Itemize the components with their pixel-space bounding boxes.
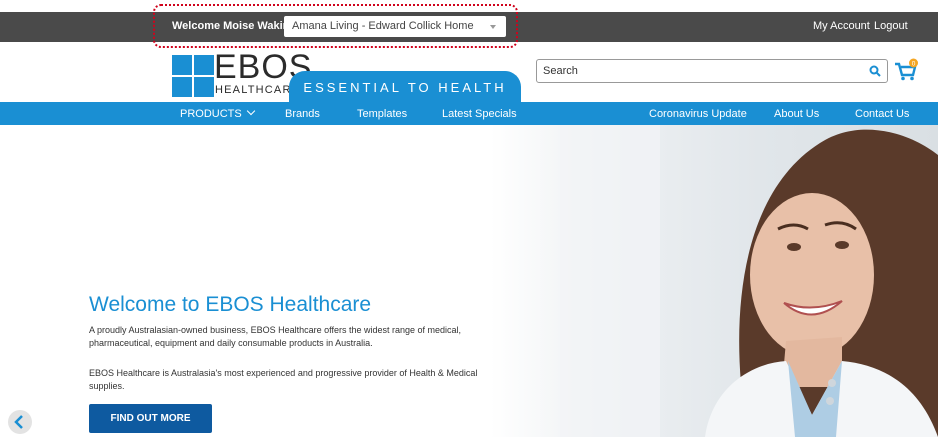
main-nav: PRODUCTS Brands Templates Latest Special… [0,102,938,125]
my-account-link[interactable]: My Account [813,20,870,32]
search-input[interactable]: Search [536,59,888,83]
carousel-prev-button[interactable] [8,410,32,434]
nav-about-us[interactable]: About Us [774,108,819,120]
nav-latest-specials[interactable]: Latest Specials [442,108,517,120]
search-icon[interactable] [869,65,881,77]
highlight-annotation [153,4,518,48]
tagline: ESSENTIAL TO HEALTH [289,71,521,103]
hero-paragraph-1: A proudly Australasian-owned business, E… [89,325,462,348]
cart-icon[interactable]: 0 [893,58,919,82]
hero-photo [490,125,938,437]
cart-count: 0 [912,60,916,67]
find-out-more-button[interactable]: FIND OUT MORE [89,404,212,433]
search-placeholder: Search [543,65,578,77]
hero-paragraph-2: EBOS Healthcare is Australasia's most ex… [89,368,478,391]
nav-templates[interactable]: Templates [357,108,407,120]
nav-coronavirus-update[interactable]: Coronavirus Update [649,108,747,120]
nav-contact-us[interactable]: Contact Us [855,108,909,120]
logo-subtitle: HEALTHCARE [215,84,301,96]
chevron-left-icon [14,415,23,429]
chevron-down-icon [246,106,255,116]
nav-products-label: PRODUCTS [180,108,242,120]
nav-products[interactable]: PRODUCTS [180,106,255,120]
hero-title: Welcome to EBOS Healthcare [89,293,372,316]
logo-mark [172,55,214,97]
nav-brands[interactable]: Brands [285,108,320,120]
logout-link[interactable]: Logout [874,20,908,32]
